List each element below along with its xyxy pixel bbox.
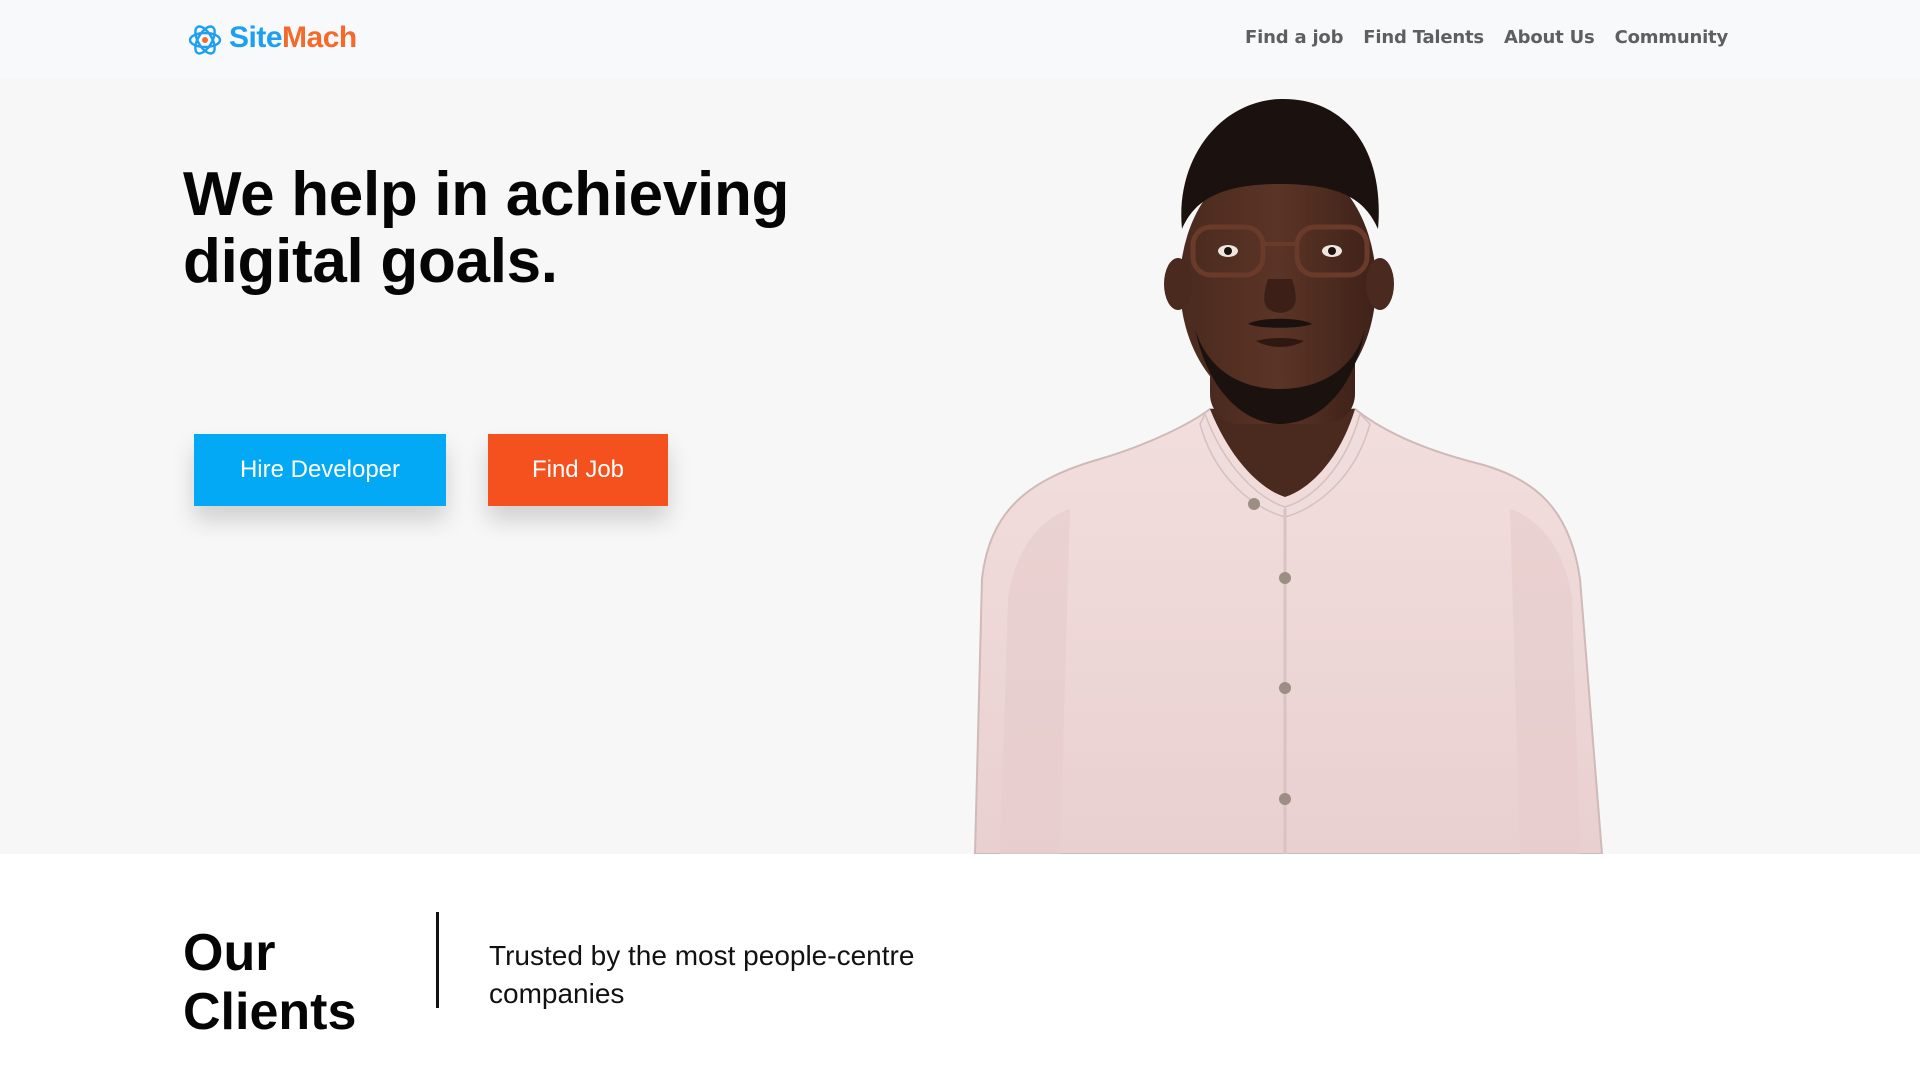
hire-developer-button[interactable]: Hire Developer [194, 434, 446, 506]
navbar: SiteMach Find a job Find Talents About U… [0, 0, 1920, 79]
brand-logo-link[interactable]: SiteMach [187, 18, 357, 58]
clients-section: Our Clients Trusted by the most people-c… [0, 854, 1920, 1080]
hero-title: We help in achieving digital goals. [183, 160, 790, 296]
brand-name: SiteMach [229, 21, 357, 54]
nav-find-talents[interactable]: Find Talents [1363, 27, 1484, 48]
main-nav: Find a job Find Talents About Us Communi… [1245, 27, 1728, 48]
clients-title: Our Clients [183, 924, 357, 1041]
clients-divider [436, 912, 439, 1008]
nav-community[interactable]: Community [1615, 27, 1729, 48]
nav-about-us[interactable]: About Us [1504, 27, 1595, 48]
clients-subtitle: Trusted by the most people-centre compan… [489, 940, 915, 1009]
nav-find-a-job[interactable]: Find a job [1245, 27, 1343, 48]
atom-logo-icon [188, 25, 222, 55]
find-job-button[interactable]: Find Job [488, 434, 668, 506]
hero-section: We help in achieving digital goals. Hire… [0, 79, 1920, 854]
hero-person-image [973, 98, 1604, 854]
